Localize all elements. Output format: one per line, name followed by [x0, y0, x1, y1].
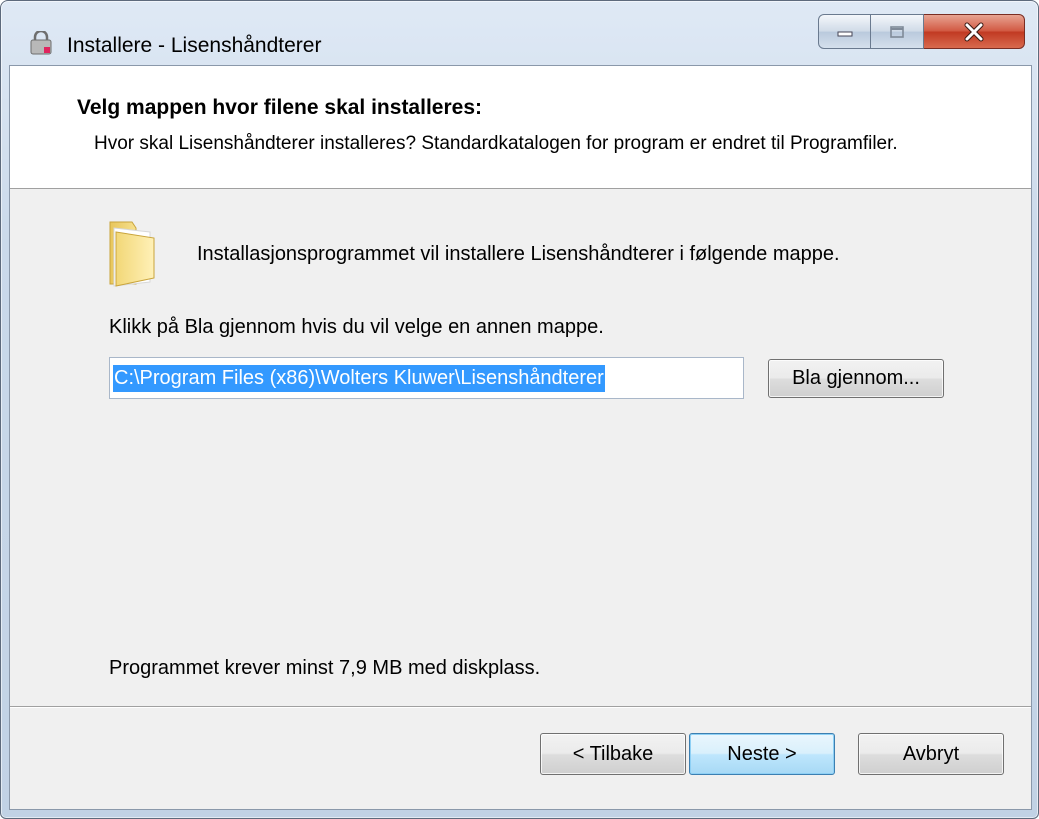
back-button[interactable]: < Tilbake: [540, 733, 686, 775]
caption-buttons: [818, 14, 1025, 49]
minimize-button[interactable]: [818, 14, 871, 49]
instruction-text: Klikk på Bla gjennom hvis du vil velge e…: [109, 316, 604, 338]
close-icon: [964, 22, 984, 41]
next-button[interactable]: Neste >: [689, 733, 835, 775]
browse-button[interactable]: Bla gjennom...: [768, 359, 944, 398]
close-button[interactable]: [924, 14, 1025, 49]
disk-space-requirement: Programmet krever minst 7,9 MB med diskp…: [109, 657, 541, 679]
installer-window: Installere - Lisenshåndterer Velg mappen…: [0, 0, 1039, 819]
installer-lock-icon: [29, 29, 53, 55]
folder-icon: [102, 218, 166, 288]
title-bar[interactable]: Installere - Lisenshåndterer: [1, 1, 1038, 65]
install-path-input[interactable]: C:\Program Files (x86)\Wolters Kluwer\Li…: [109, 357, 744, 399]
maximize-button[interactable]: [871, 14, 924, 49]
intro-text: Installasjonsprogrammet vil installere L…: [197, 243, 840, 265]
install-path-value: C:\Program Files (x86)\Wolters Kluwer\Li…: [113, 364, 605, 392]
cancel-button[interactable]: Avbryt: [858, 733, 1004, 775]
page-subtitle: Hvor skal Lisenshåndterer installeres? S…: [94, 133, 898, 154]
maximize-icon: [890, 25, 904, 38]
footer-divider: [10, 706, 1031, 708]
page-title: Velg mappen hvor filene skal installeres…: [77, 96, 482, 119]
window-title: Installere - Lisenshåndterer: [67, 34, 322, 57]
wizard-header: Velg mappen hvor filene skal installeres…: [10, 66, 1031, 189]
minimize-icon: [837, 31, 852, 36]
dialog-client-area: Velg mappen hvor filene skal installeres…: [9, 65, 1032, 810]
